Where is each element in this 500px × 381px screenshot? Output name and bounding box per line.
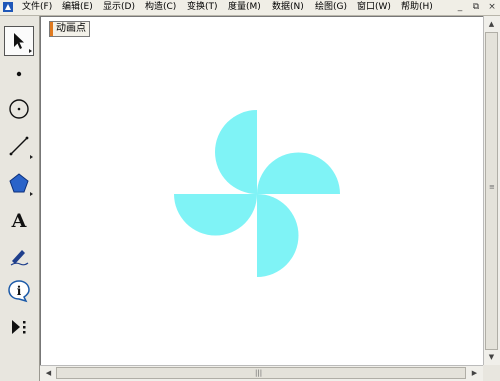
submenu-indicator <box>29 49 32 53</box>
marker-pen-icon <box>10 250 29 266</box>
grip-icon: ||| <box>255 369 263 377</box>
move-arrow-tool[interactable] <box>4 26 34 56</box>
submenu-indicator <box>30 192 33 196</box>
app-icon <box>3 2 13 12</box>
circle-icon <box>9 99 29 119</box>
info-bubble-icon: i <box>8 280 30 303</box>
polygon-tool[interactable] <box>4 168 34 198</box>
restore-button[interactable]: ⧉ <box>470 1 482 13</box>
horizontal-scroll-thumb[interactable]: ||| <box>56 367 466 379</box>
play-dots-icon <box>12 320 26 334</box>
text-a-icon: A <box>11 210 27 231</box>
menu-help[interactable]: 帮助(H) <box>401 1 433 14</box>
menu-graph[interactable]: 绘图(G) <box>315 1 347 14</box>
pinwheel-blade-left[interactable] <box>174 194 257 236</box>
vertical-scroll-thumb[interactable]: ≡ <box>485 32 498 350</box>
pinwheel-blade-top[interactable] <box>215 110 257 194</box>
menu-data[interactable]: 数据(N) <box>272 1 304 14</box>
pinwheel-blade-right[interactable] <box>257 152 340 194</box>
scroll-right-arrow-icon[interactable]: ▶ <box>467 366 482 380</box>
scroll-up-arrow-icon[interactable]: ▲ <box>484 17 499 31</box>
custom-tool[interactable] <box>4 312 34 342</box>
arrow-pointer-icon <box>14 33 24 49</box>
pinwheel-blade-bottom[interactable] <box>257 194 299 277</box>
scroll-down-arrow-icon[interactable]: ▼ <box>484 350 499 364</box>
menu-edit[interactable]: 编辑(E) <box>62 1 93 14</box>
scrollbar-corner <box>483 365 500 381</box>
submenu-indicator <box>30 155 33 159</box>
drawing-canvas[interactable]: 动画点 <box>40 16 483 365</box>
menu-display[interactable]: 显示(D) <box>103 1 135 14</box>
marker-tool[interactable] <box>4 241 34 271</box>
grip-icon: ≡ <box>489 183 495 191</box>
menu-file[interactable]: 文件(F) <box>22 1 52 14</box>
menu-construct[interactable]: 构造(C) <box>145 1 176 14</box>
vertical-scrollbar[interactable]: ▲ ≡ ▼ <box>483 16 500 365</box>
svg-text:i: i <box>17 284 22 298</box>
information-tool[interactable]: i <box>4 276 34 306</box>
menu-measure[interactable]: 度量(M) <box>228 1 261 14</box>
text-tool[interactable]: A <box>4 205 34 235</box>
point-icon <box>16 71 22 77</box>
menu-window[interactable]: 窗口(W) <box>357 1 391 14</box>
svg-text:A: A <box>11 210 27 231</box>
minimize-button[interactable]: _ <box>454 1 466 13</box>
pinwheel-figure <box>174 110 340 277</box>
menu-bar: 文件(F) 编辑(E) 显示(D) 构造(C) 变换(T) 度量(M) 数据(N… <box>0 0 500 16</box>
polygon-icon <box>9 173 29 193</box>
line-segment-icon <box>9 136 29 156</box>
straightedge-tool[interactable] <box>4 131 34 161</box>
close-button[interactable]: × <box>486 1 498 13</box>
menu-transform[interactable]: 变换(T) <box>187 1 218 14</box>
scroll-left-arrow-icon[interactable]: ◀ <box>41 366 56 380</box>
toolbox: A i <box>0 16 40 381</box>
compass-tool[interactable] <box>4 94 34 124</box>
point-tool[interactable] <box>4 59 34 89</box>
horizontal-scrollbar[interactable]: ◀ ||| ▶ <box>40 365 483 381</box>
